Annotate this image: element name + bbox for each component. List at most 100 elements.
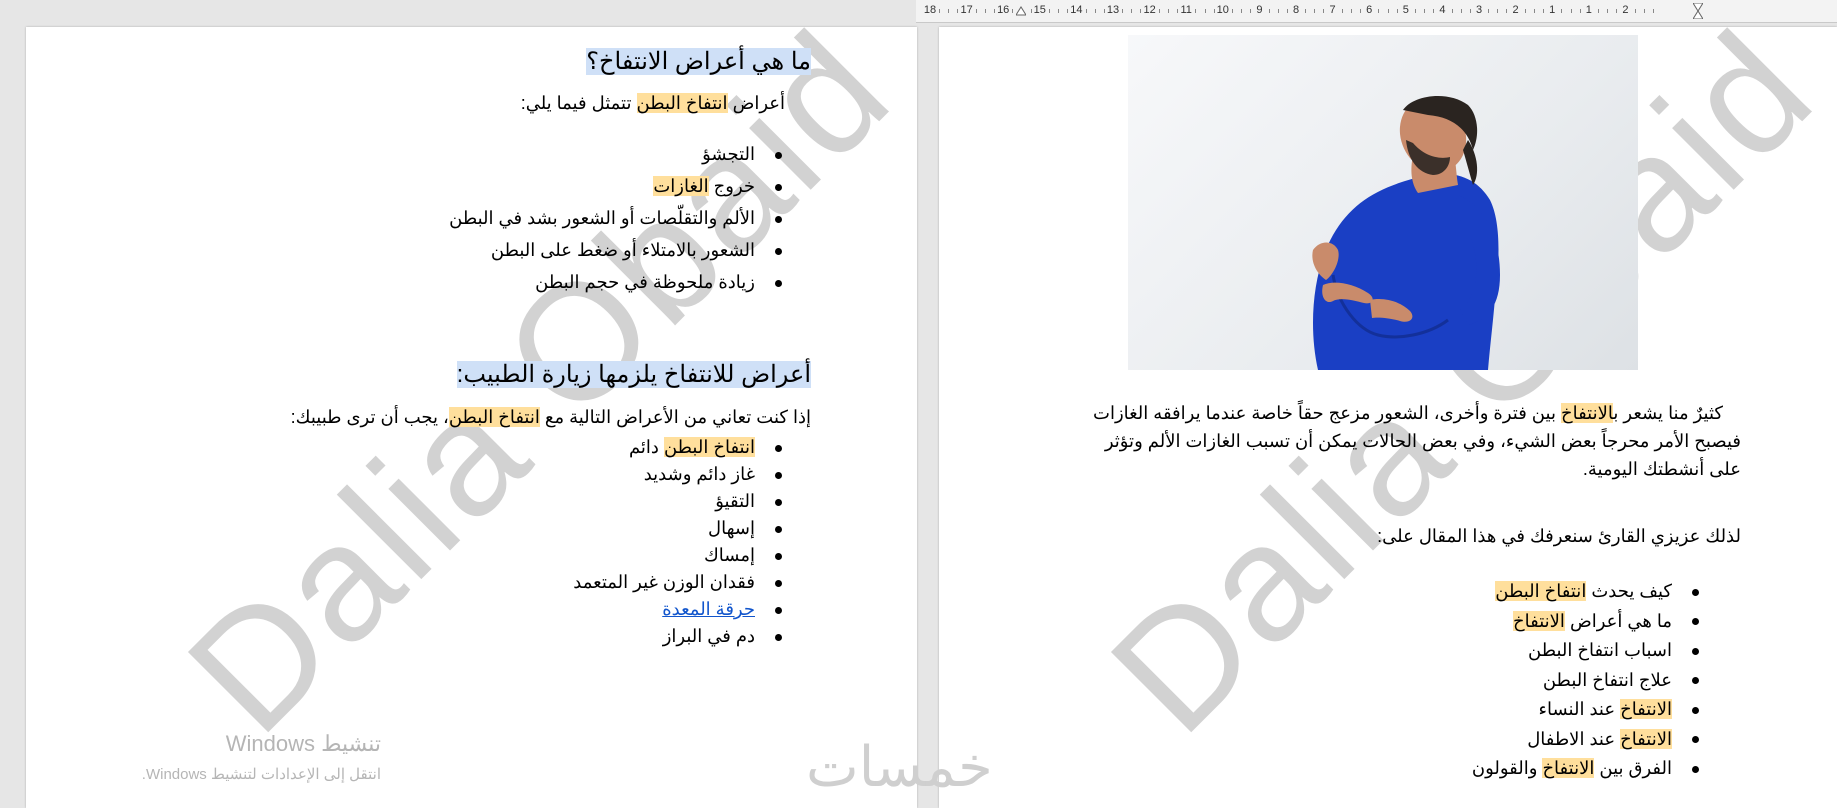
ruler-tick — [1424, 9, 1426, 13]
symptoms-list: التجشؤ خروج الغازات الألم والتقلّصات أو ال… — [449, 144, 785, 304]
list-item-text: التقيؤ — [715, 491, 755, 511]
ruler-tick — [1067, 9, 1069, 13]
ruler-tick — [1433, 9, 1435, 13]
list-item: فقدان الوزن غير المتعمد — [573, 569, 785, 596]
paragraph-highlight: الانتفاخ — [1560, 403, 1614, 423]
paragraph-line: على أنشطتك اليومية. — [1061, 455, 1741, 483]
bloated-man-illustration — [1312, 95, 1500, 370]
ruler-tick — [1543, 9, 1545, 13]
list-item-text: دائم — [628, 437, 664, 457]
ruler-tick — [1387, 9, 1389, 13]
toc-item-text: عند النساء — [1538, 699, 1621, 719]
ruler-tick — [1579, 9, 1581, 13]
heading-doctor-text: أعراض للانتفاخ يلزمها زيارة الطبيب: — [456, 361, 811, 388]
toc-item: الانتفاخ عند النساء — [1472, 695, 1702, 725]
ruler-tick — [1323, 9, 1325, 13]
list-item: خروج الغازات — [449, 176, 785, 197]
ruler-tick — [1030, 9, 1032, 13]
ruler-tick — [1497, 9, 1499, 13]
ruler-number: 18 — [923, 4, 937, 16]
list-item-text: الألم والتقلّصات أو الشعور بشد في البطن — [449, 208, 755, 228]
heading-doctor: أعراض للانتفاخ يلزمها زيارة الطبيب: — [456, 360, 811, 389]
list-item-text: خروج — [708, 176, 755, 196]
ruler-tick — [1460, 9, 1462, 13]
ruler-tick — [1488, 9, 1490, 13]
list-item-text: إسهال — [708, 518, 755, 538]
ruler-tick — [1213, 9, 1215, 13]
toc-item: اسباب انتفاخ البطن — [1472, 636, 1702, 666]
ruler-tick — [1378, 9, 1380, 13]
ruler-tick — [939, 9, 941, 13]
bloated-man-photo[interactable] — [1128, 35, 1638, 370]
ruler-tick — [1396, 9, 1398, 13]
right-indent-marker[interactable] — [1693, 3, 1703, 19]
ruler-tick — [1048, 9, 1050, 13]
list-item: التجشؤ — [449, 144, 785, 165]
ruler-tick — [1241, 9, 1243, 13]
doctor-intro-post: ، يجب أن ترى طبيبك: — [290, 407, 449, 427]
ruler-number: 16 — [997, 4, 1010, 16]
horizontal-ruler[interactable]: 18 17 16 15 14 13 12 11 10 9 8 7 6 5 4 3 2 1 1 2 — [916, 0, 1837, 23]
symptoms-intro: أعراض انتفاخ البطن تتمثل فيما يلي: — [521, 89, 785, 117]
list-item-text: غاز دائم وشديد — [643, 464, 755, 484]
document-page-right[interactable]: Dalia Obaid كثيرٌ منا يشعر بالانتفاخ بين… — [939, 27, 1837, 808]
paragraph-text: كثيرٌ منا يشعر ب — [1613, 403, 1723, 423]
ruler-number: 10 — [1216, 4, 1229, 16]
ruler-tick — [994, 9, 996, 13]
ruler-tick — [1533, 9, 1535, 13]
toc-item-text: ما هي أعراض — [1564, 610, 1672, 631]
toc-item: ما هي أعراض الانتفاخ — [1472, 607, 1702, 637]
doctor-intro-pre: إذا كنت تعاني من الأعراض التالية مع — [539, 407, 811, 427]
ruler-tick — [1122, 9, 1124, 13]
ruler-tick — [1177, 9, 1179, 13]
toc-item-text: كيف يحدث — [1586, 581, 1672, 601]
ruler-tick — [1204, 9, 1206, 13]
ruler-tick — [1314, 9, 1316, 13]
list-item-text: دم في البراز — [662, 626, 755, 646]
ruler-tick — [1094, 9, 1096, 13]
list-item: غاز دائم وشديد — [573, 461, 785, 488]
ruler-tick — [975, 9, 977, 13]
list-item: الألم والتقلّصات أو الشعور بشد في البطن — [449, 208, 785, 229]
heartburn-link[interactable]: حرقة المعدة — [662, 599, 755, 619]
ruler-tick — [1506, 9, 1508, 13]
toc-item-highlight: الانتفاخ — [1620, 728, 1672, 749]
list-item-highlight: الغازات — [653, 176, 709, 196]
ruler-number: 17 — [960, 4, 973, 16]
list-item: دم في البراز — [573, 623, 785, 650]
intro-highlight: انتفاخ البطن — [636, 93, 728, 113]
toc-item-text: عند الاطفال — [1527, 728, 1621, 749]
toc-intro: لذلك عزيزي القارئ سنعرفك في هذا المقال ع… — [1377, 526, 1741, 546]
list-item-text: الشعور بالامتلاء أو ضغط على البطن — [490, 240, 755, 260]
paragraph-line: فيصبح الأمر محرجاً بعض الشيء، وفي بعض ال… — [1061, 427, 1741, 455]
document-page-left[interactable]: Dalia Obaid ما هي أعراض الانتفاخ؟ أعراض … — [26, 27, 917, 808]
paragraph-text: فيصبح الأمر محرجاً بعض الشيء، وفي بعض ال… — [1104, 431, 1741, 451]
ruler-tick — [1350, 9, 1352, 13]
ruler-tick — [1231, 9, 1233, 13]
list-item[interactable]: حرقة المعدة — [573, 596, 785, 623]
ruler-tick — [1103, 9, 1105, 13]
heading-symptoms-text: ما هي أعراض الانتفاخ؟ — [586, 48, 811, 75]
list-item: الشعور بالامتلاء أو ضغط على البطن — [449, 240, 785, 261]
ruler-number: 12 — [1143, 4, 1156, 16]
paragraph-line: كثيرٌ منا يشعر بالانتفاخ بين فترة وأخرى،… — [1061, 399, 1741, 427]
first-line-indent-marker[interactable] — [1016, 3, 1026, 19]
intro-paragraph: كثيرٌ منا يشعر بالانتفاخ بين فترة وأخرى،… — [1061, 399, 1741, 483]
ruler-number: 2 — [1512, 4, 1519, 16]
intro-post: تتمثل فيما يلي: — [520, 93, 637, 113]
ruler-tick — [1158, 9, 1160, 13]
article-toc-list: كيف يحدث انتفاخ البطن ما هي أعراض الانتفا… — [1472, 577, 1702, 784]
ruler-tick — [1414, 9, 1416, 13]
ruler-tick — [1524, 9, 1526, 13]
list-item: انتفاخ البطن دائم — [573, 434, 785, 461]
paragraph-text: على أنشطتك اليومية. — [1582, 459, 1741, 479]
toc-item-text: علاج انتفاخ البطن — [1542, 669, 1672, 690]
toc-item: علاج انتفاخ البطن — [1472, 666, 1702, 696]
watermark-text: Dalia Obaid — [153, 27, 917, 767]
ruler-number: 9 — [1256, 4, 1263, 16]
ruler-tick — [1268, 9, 1270, 13]
ruler-tick — [1277, 9, 1279, 13]
ruler-tick — [1131, 9, 1133, 13]
ruler-tick — [1012, 9, 1014, 13]
windows-activation-subtitle[interactable]: انتقل إلى الإعدادات لتنشيط Windows. — [142, 765, 381, 783]
